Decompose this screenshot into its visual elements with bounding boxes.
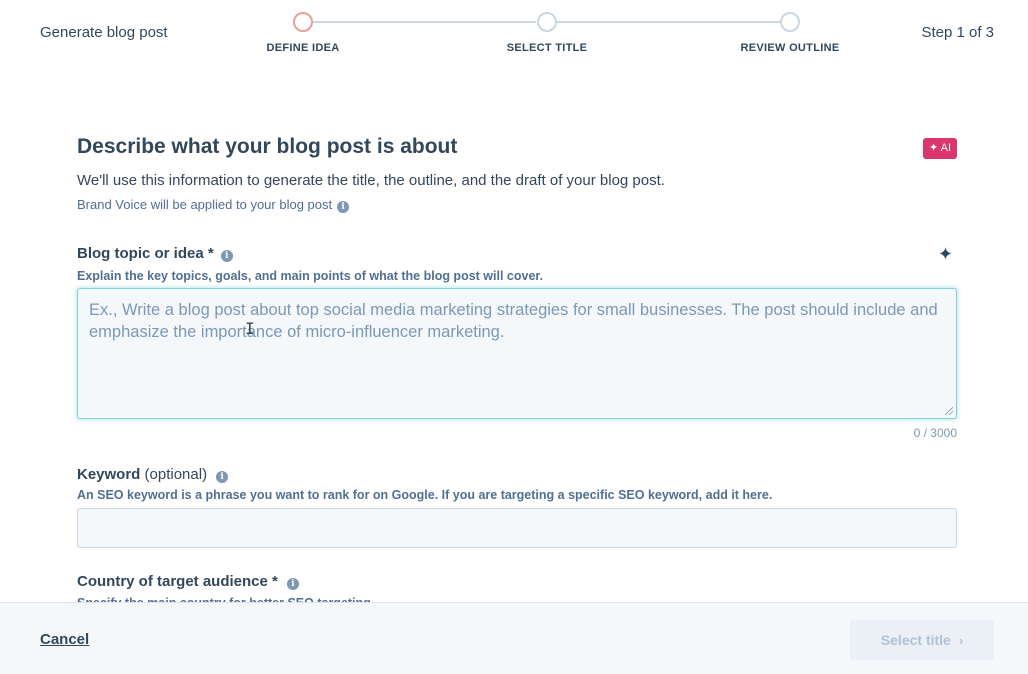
- stepper-line-1: [313, 21, 536, 23]
- chevron-right-icon: ›: [958, 633, 964, 648]
- cancel-button[interactable]: Cancel: [40, 631, 89, 648]
- topic-help-text: Explain the key topics, goals, and main …: [77, 269, 544, 283]
- text-cursor-icon: I: [245, 319, 255, 338]
- step-define-idea-indicator: [293, 12, 313, 32]
- step-select-title-label: SELECT TITLE: [506, 42, 588, 54]
- keyword-help-text: An SEO keyword is a phrase you want to r…: [77, 488, 773, 502]
- step-define-idea-label: DEFINE IDEA: [266, 42, 340, 54]
- step-select-title-indicator: [537, 12, 557, 32]
- keyword-label: Keyword (optional) i: [77, 466, 229, 483]
- keyword-label-text: Keyword: [77, 466, 141, 483]
- brand-voice-note: Brand Voice will be applied to your blog…: [77, 197, 350, 213]
- topic-textarea[interactable]: Ex., Write a blog post about top social …: [77, 288, 957, 419]
- stepper-line-2: [557, 21, 780, 23]
- page-title: Generate blog post: [40, 24, 168, 41]
- country-label: Country of target audience * i: [77, 573, 299, 590]
- ai-badge: ✦ AI: [922, 138, 957, 159]
- section-description: We'll use this information to generate t…: [77, 172, 665, 189]
- wizard-header: Generate blog post DEFINE IDEA SELECT TI…: [0, 0, 1028, 70]
- topic-placeholder: Ex., Write a blog post about top social …: [89, 301, 938, 341]
- info-icon[interactable]: i: [216, 471, 229, 483]
- brand-voice-text: Brand Voice will be applied to your blog…: [77, 197, 333, 212]
- select-title-button[interactable]: Select title ›: [850, 620, 994, 660]
- resize-handle-icon[interactable]: [945, 407, 953, 415]
- keyword-optional-text: (optional): [144, 466, 208, 483]
- keyword-input[interactable]: [77, 508, 957, 548]
- topic-label-text: Blog topic or idea *: [77, 245, 214, 262]
- info-icon[interactable]: i: [337, 201, 350, 213]
- step-review-outline-indicator: [780, 12, 800, 32]
- country-label-text: Country of target audience *: [77, 573, 278, 590]
- wizard-footer: Cancel Select title ›: [0, 602, 1028, 674]
- character-counter: 0 / 3000: [913, 426, 957, 440]
- section-title: Describe what your blog post is about: [77, 135, 458, 158]
- info-icon[interactable]: i: [286, 578, 299, 590]
- step-counter: Step 1 of 3: [921, 24, 994, 41]
- select-title-label: Select title: [880, 632, 951, 648]
- sparkle-icon[interactable]: ✦: [938, 244, 953, 265]
- step-review-outline-label: REVIEW OUTLINE: [740, 42, 840, 54]
- topic-label: Blog topic or idea * i: [77, 245, 233, 262]
- info-icon[interactable]: i: [220, 250, 233, 262]
